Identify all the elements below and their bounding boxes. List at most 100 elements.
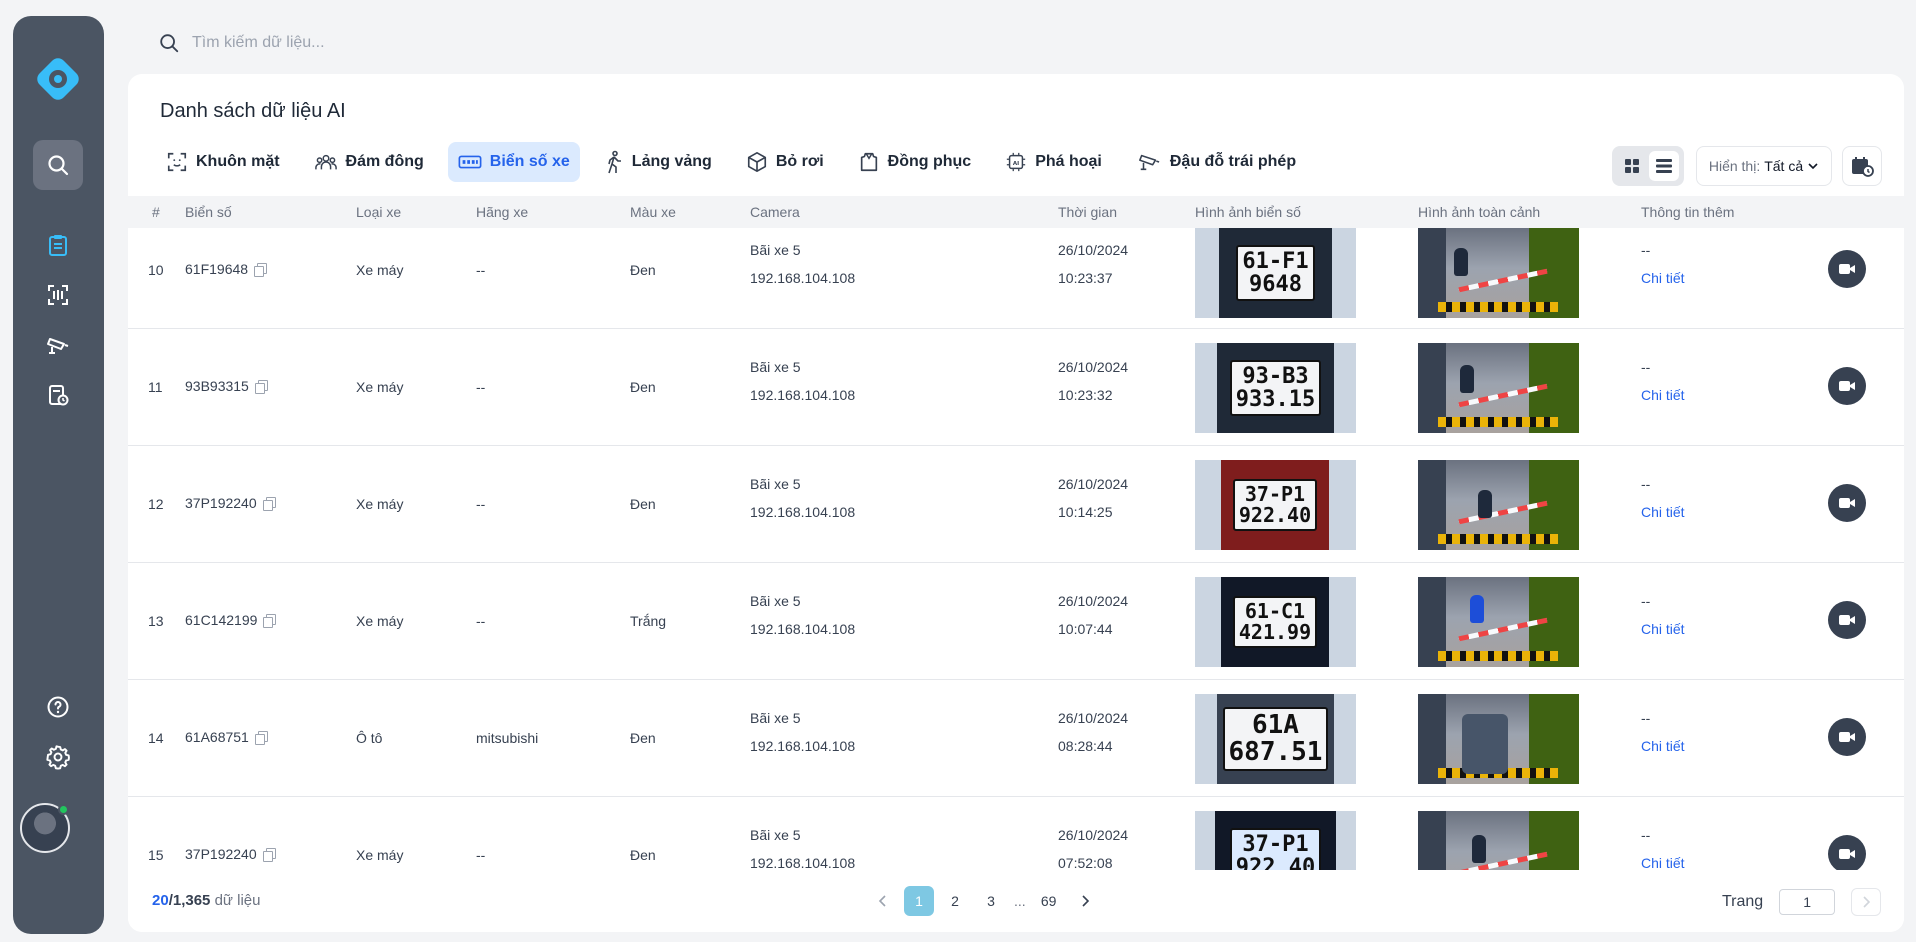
nav-report-button[interactable] [33,370,83,420]
play-video-button[interactable] [1828,718,1866,756]
camera-name: Bãi xe 5 [750,359,801,375]
scene-image[interactable] [1418,460,1579,550]
plate-image[interactable]: 93-B3 933.15 [1195,343,1356,433]
table-row[interactable]: 12 37P192240 Xe máy -- Đen Bãi xe 5 192.… [128,446,1904,563]
detail-link[interactable]: Chi tiết [1641,615,1685,643]
extra-info: -- [1641,242,1651,258]
tab-loitering[interactable]: Lảng vảng [594,142,722,182]
page-2-button[interactable]: 2 [940,886,970,916]
logo-icon[interactable] [33,54,83,104]
video-camera-icon [1839,849,1855,859]
plate-number: 37P192240 [185,846,257,862]
table-row[interactable]: 14 61A68751 Ô tô mitsubishi Đen Bãi xe 5… [128,680,1904,797]
play-video-button[interactable] [1828,601,1866,639]
detail-link[interactable]: Chi tiết [1641,381,1685,409]
svg-text:AI: AI [1013,161,1019,167]
copy-icon[interactable] [254,380,268,394]
ai-chip-icon: AI [1007,152,1026,172]
scene-image[interactable] [1418,811,1579,870]
play-video-button[interactable] [1828,835,1866,870]
record-count-total: /1,365 [168,892,211,909]
play-video-button[interactable] [1828,484,1866,522]
goto-page-button[interactable] [1851,888,1882,916]
scene-image[interactable] [1418,228,1579,318]
page-1-button[interactable]: 1 [904,886,934,916]
extra-info: -- [1641,476,1651,492]
scene-image[interactable] [1418,577,1579,667]
table-row[interactable]: 13 61C142199 Xe máy -- Trắng Bãi xe 5 19… [128,563,1904,680]
tab-uniform[interactable]: Đồng phục [848,142,982,182]
detail-link[interactable]: Chi tiết [1641,732,1685,760]
copy-icon[interactable] [262,497,276,511]
plate-image-line1: 93-B3 [1242,363,1309,389]
plate-image[interactable]: 61A 687.51 [1195,694,1356,784]
plate-image-line1: 61-C1 [1244,599,1306,623]
nav-list-button[interactable] [33,220,83,270]
grid-view-button[interactable] [1617,151,1647,181]
video-camera-icon [1839,615,1855,625]
scene-image[interactable] [1418,343,1579,433]
copy-icon[interactable] [254,263,268,277]
play-video-button[interactable] [1828,367,1866,405]
camera-name: Bãi xe 5 [750,593,801,609]
row-index: 15 [148,847,164,863]
col-extra-info: Thông tin thêm [1641,204,1735,220]
record-date: 26/10/2024 [1058,476,1129,492]
prev-page-button[interactable] [868,886,898,916]
tab-abandoned[interactable]: Bỏ rơi [736,142,834,182]
page-last-button[interactable]: 69 [1034,886,1064,916]
record-time: 10:23:37 [1058,270,1113,286]
detail-link[interactable]: Chi tiết [1641,849,1685,870]
tab-label: Lảng vảng [631,153,712,170]
next-page-button[interactable] [1070,886,1100,916]
tab-crowd[interactable]: Đám đông [304,142,434,182]
chevron-right-icon [1082,895,1089,907]
nav-face-scan-button[interactable] [33,270,83,320]
page-3-button[interactable]: 3 [976,886,1006,916]
plate-image-line2: 922.40 [1238,503,1312,527]
tab-illegal-parking[interactable]: Đậu đỗ trái phép [1126,142,1306,182]
goto-page-input[interactable] [1779,889,1836,915]
copy-icon[interactable] [262,848,276,862]
vehicle-brand: mitsubishi [476,730,539,746]
nav-help-button[interactable] [33,682,83,732]
record-date: 26/10/2024 [1058,593,1129,609]
col-scene-image: Hình ảnh toàn cảnh [1418,204,1541,220]
list-view-button[interactable] [1649,151,1679,181]
tab-label: Biển số xe [489,153,570,170]
record-time: 07:52:08 [1058,855,1113,870]
table-row[interactable]: 11 93B93315 Xe máy -- Đen Bãi xe 5 192.1… [128,329,1904,446]
table-row[interactable]: 10 61F19648 Xe máy -- Đen Bãi xe 5 192.1… [128,228,1904,329]
tab-face[interactable]: Khuôn mặt [156,142,290,182]
nav-settings-button[interactable] [33,732,83,782]
display-filter-select[interactable]: Hiển thị: Tất cả [1696,146,1832,186]
chevron-left-icon [878,895,886,907]
calendar-export-button[interactable] [1842,146,1882,186]
scene-image[interactable] [1418,694,1579,784]
tab-vandalism[interactable]: AI Phá hoại [995,142,1112,182]
camera-ip: 192.168.104.108 [750,270,856,286]
plate-image[interactable]: 61-C1 421.99 [1195,577,1356,667]
col-plate: Biển số [185,204,232,220]
detail-link[interactable]: Chi tiết [1641,498,1685,526]
copy-icon[interactable] [254,731,268,745]
nav-camera-button[interactable] [33,320,83,370]
vehicle-type: Xe máy [356,847,404,863]
plate-image[interactable]: 37-P1 922.40 [1195,460,1356,550]
table-row[interactable]: 15 37P192240 Xe máy -- Đen Bãi xe 5 192.… [128,797,1904,870]
copy-icon[interactable] [263,614,277,628]
plate-image[interactable]: 61-F1 9648 [1195,228,1356,318]
col-plate-image: Hình ảnh biển số [1195,204,1301,220]
search-input[interactable] [192,34,592,52]
plate-image[interactable]: 37-P1 922.40 [1195,811,1356,870]
nav-search-button[interactable] [33,140,83,190]
plate-image-line2: 922.40 [1235,855,1316,870]
plate-image-line2: 421.99 [1238,620,1312,644]
tab-license-plate[interactable]: Biển số xe [447,142,580,182]
goto-page: Trang [1722,888,1882,916]
video-camera-icon [1839,498,1855,508]
detail-link[interactable]: Chi tiết [1641,264,1685,292]
page-ellipsis: ... [1014,893,1026,909]
play-video-button[interactable] [1828,250,1866,288]
tab-label: Đồng phục [887,153,972,170]
